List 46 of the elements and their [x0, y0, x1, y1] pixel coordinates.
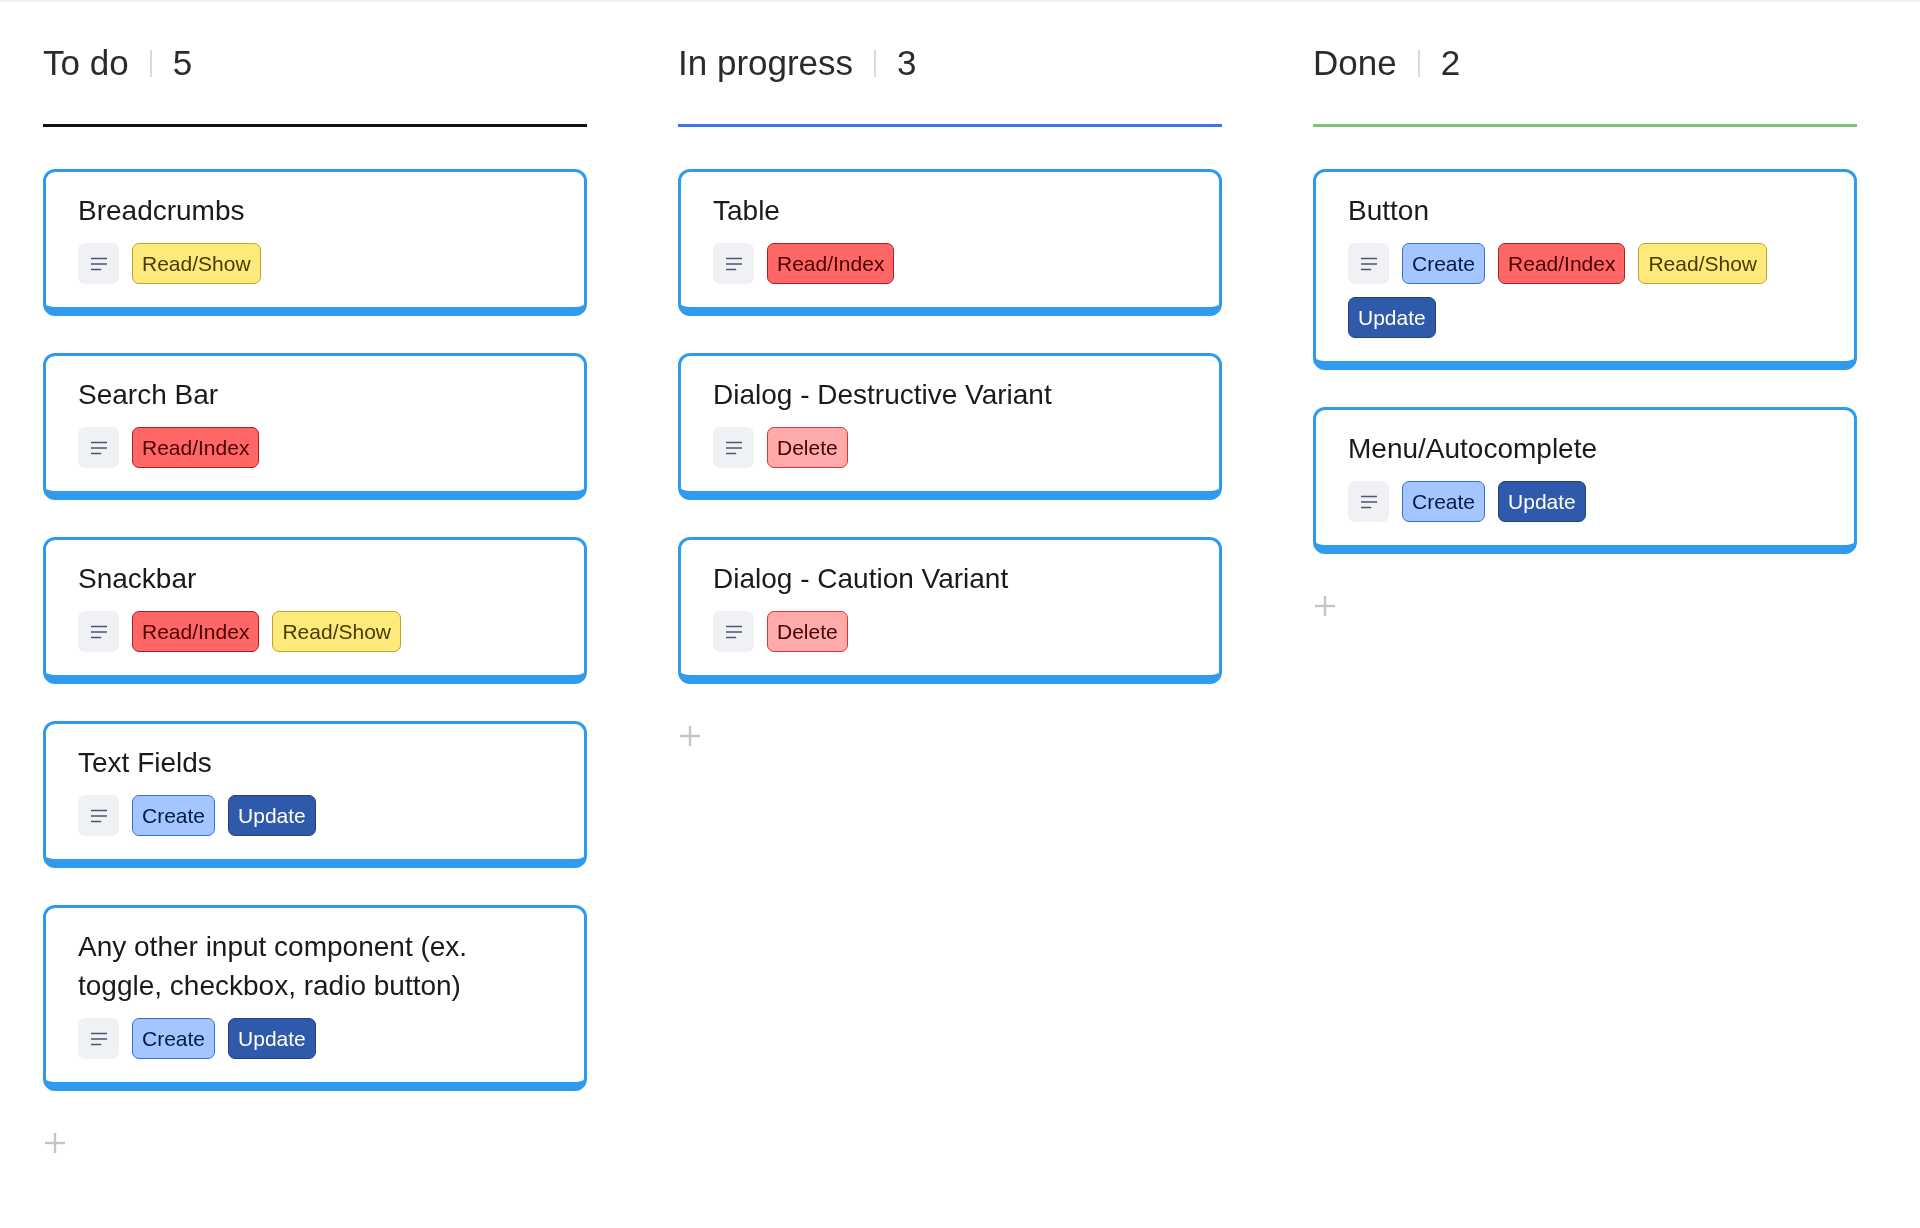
card-count: 3 — [897, 42, 917, 84]
tag: Create — [1402, 481, 1486, 522]
task-card[interactable]: Snackbar Read/Index Read/Show — [43, 537, 587, 684]
column-title: In progress — [678, 42, 854, 84]
task-card[interactable]: Table Read/Index — [678, 169, 1222, 316]
tag: Read/Show — [272, 611, 401, 652]
tag: Create — [132, 795, 216, 836]
card-title: Snackbar — [78, 562, 198, 596]
card-title: Search Bar — [78, 378, 220, 412]
tag: Read/Index — [132, 427, 260, 468]
tag: Read/Show — [1638, 243, 1768, 284]
tag: Create — [132, 1018, 216, 1059]
task-card[interactable]: Menu/Autocomplete Create Update — [1313, 407, 1857, 554]
plus-icon[interactable] — [45, 1133, 65, 1153]
task-card[interactable]: Dialog - Destructive Variant Delete — [678, 353, 1222, 500]
tag: Update — [1498, 481, 1586, 522]
card-title: Table — [713, 194, 781, 228]
tag: Update — [1348, 297, 1436, 338]
tag: Create — [1402, 243, 1486, 284]
plus-icon[interactable] — [680, 726, 700, 746]
card-count: 5 — [172, 42, 193, 84]
column-title: Done — [1313, 42, 1397, 84]
tag: Read/Index — [1498, 243, 1626, 284]
card-title: Menu/Autocomplete — [1348, 432, 1599, 466]
card-title: Any other input component (ex. toggle, checkbox, radio button) — [78, 930, 469, 1003]
card-title: Breadcrumbs — [78, 194, 246, 228]
task-card[interactable]: Search Bar Read/Index — [43, 353, 587, 500]
task-card[interactable]: Dialog - Caution Variant Delete — [678, 537, 1222, 684]
task-card[interactable]: Text Fields Create Update — [43, 721, 587, 868]
tag: Delete — [767, 611, 848, 652]
tag: Read/Index — [132, 611, 260, 652]
plus-icon[interactable] — [1315, 596, 1335, 616]
card-title: Dialog - Caution Variant — [713, 562, 1010, 596]
tag: Read/Show — [132, 243, 261, 284]
card-count: 2 — [1440, 42, 1461, 84]
task-card[interactable]: Breadcrumbs Read/Show — [43, 169, 587, 316]
card-title: Dialog - Destructive Variant — [713, 378, 1053, 412]
column-title: To do — [43, 42, 129, 84]
tag: Update — [228, 1018, 316, 1059]
task-card[interactable]: Button Create Read/Index Read/Show Update — [1313, 169, 1857, 370]
card-title: Text Fields — [78, 746, 213, 780]
tag: Delete — [767, 427, 848, 468]
tag: Update — [228, 795, 316, 836]
tag: Read/Index — [767, 243, 895, 284]
card-title: Button — [1348, 194, 1430, 228]
task-card[interactable]: Any other input component (ex. toggle, checkbox, radio button) Create Update — [43, 905, 587, 1091]
